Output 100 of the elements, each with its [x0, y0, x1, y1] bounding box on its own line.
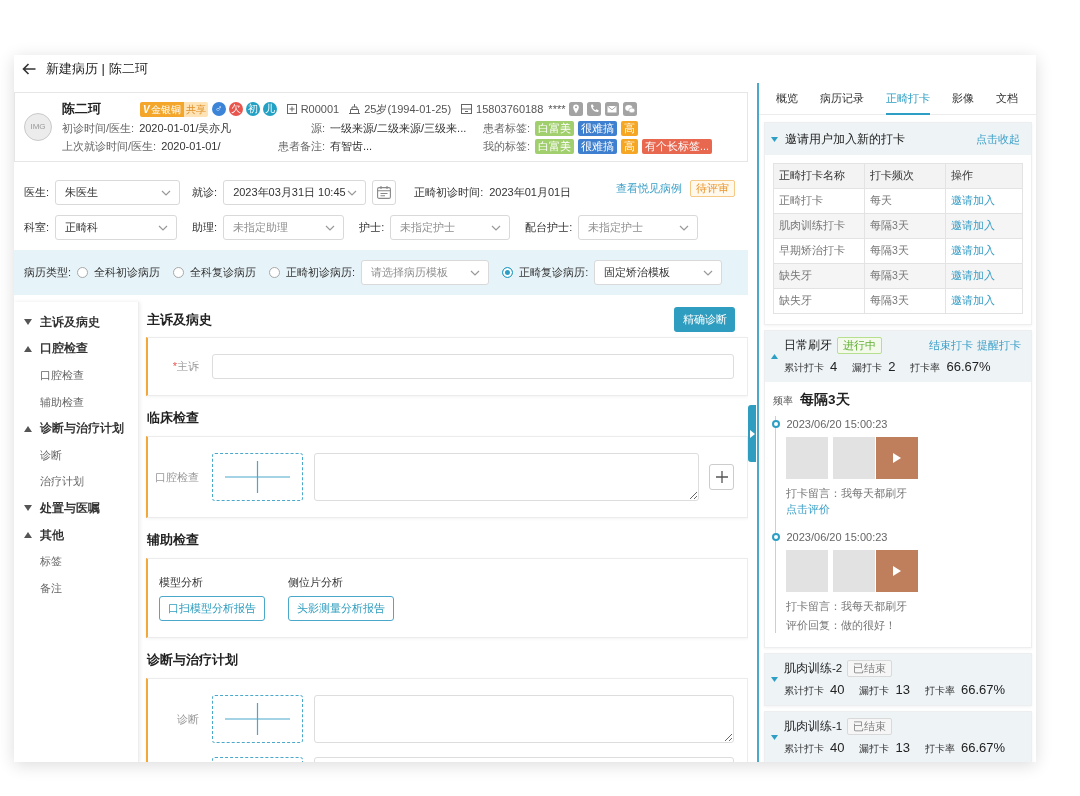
stat-value: 13 — [895, 739, 910, 755]
radio-label[interactable]: 正畸初诊病历: — [286, 265, 356, 280]
status-tag: 已结束 — [847, 660, 893, 677]
info-value: 一级来源/二级来源/三级来... — [330, 120, 467, 136]
patient-tag: 很难搞 — [578, 138, 618, 154]
info-label: 上次就诊时间/医生: — [62, 138, 157, 154]
info-label: 初诊时间/医生: — [62, 120, 135, 136]
ring-icon — [771, 420, 780, 428]
add-button[interactable] — [709, 464, 734, 490]
radio-label[interactable]: 全科复诊病历 — [190, 265, 257, 280]
dropdown-field[interactable]: 未指定护士 — [578, 215, 699, 240]
back-arrow-icon[interactable] — [22, 63, 36, 75]
table-cell: 肌肉训练打卡 — [773, 213, 865, 239]
plus-icon — [225, 703, 290, 735]
text-area-field[interactable] — [314, 453, 699, 501]
stat-value: 13 — [895, 681, 910, 697]
report-button[interactable]: 头影测量分析报告 — [288, 596, 394, 621]
field-label: *主诉 — [172, 359, 199, 374]
video-placeholder[interactable] — [876, 437, 918, 479]
report-button[interactable]: 口扫模型分析报告 — [159, 596, 265, 621]
side-tab[interactable]: 病历记录 — [820, 83, 864, 115]
nav-subitem[interactable]: 诊断 — [40, 441, 62, 469]
triangle-down-icon[interactable] — [24, 319, 32, 326]
nav-item[interactable]: 处置与医嘱 — [14, 495, 100, 522]
patient-tag: 有个长标签... — [642, 138, 712, 154]
nav-subitem[interactable]: 口腔检查 — [40, 362, 84, 389]
checkin-time: 2023/06/20 15:00:23 — [786, 531, 888, 543]
dropdown-field[interactable]: 请选择病历模板 — [361, 260, 490, 285]
radio-label[interactable]: 正畸复诊病历: — [519, 265, 589, 280]
video-placeholder[interactable] — [876, 550, 918, 592]
triangle-right-icon — [749, 429, 755, 438]
nav-item[interactable]: 主诉及病史 — [14, 309, 100, 336]
phone-icon[interactable] — [587, 102, 602, 116]
play-icon[interactable] — [893, 453, 901, 463]
record-number: R00001 — [300, 103, 340, 115]
patient-flag: 初 — [245, 102, 260, 116]
radio-button[interactable] — [77, 267, 89, 278]
ring-icon — [771, 533, 780, 541]
stat-label: 打卡率 — [924, 741, 955, 756]
patient-tag: 高 — [621, 138, 639, 154]
nav-item[interactable]: 口腔检查 — [14, 335, 88, 363]
plus-icon — [715, 471, 728, 483]
stat-value: 40 — [830, 739, 845, 755]
radio-label[interactable]: 全科初诊病历 — [94, 265, 161, 280]
play-icon[interactable] — [893, 566, 901, 576]
mail-icon[interactable] — [605, 102, 620, 116]
card-icon — [461, 104, 473, 114]
panel-toggle[interactable] — [748, 405, 756, 462]
side-tab[interactable]: 正畸打卡 — [886, 83, 930, 115]
triangle-up-icon[interactable] — [24, 425, 32, 432]
dropdown-field[interactable]: 未指定助理 — [223, 215, 345, 240]
info-value: 2020-01-01/吴亦凡 — [139, 120, 232, 136]
dropdown-field[interactable]: 朱医生 — [55, 180, 181, 205]
dropdown-field[interactable]: 正畸科 — [55, 215, 178, 240]
triangle-up-icon[interactable] — [24, 345, 32, 352]
checkin-message: 打卡留言：我每天都刷牙 — [786, 599, 907, 614]
field-label: 配台护士: — [525, 220, 573, 235]
avatar-label: IMG — [30, 122, 46, 132]
dropdown-field[interactable]: 固定矫治模板 — [594, 260, 723, 285]
calendar-button[interactable] — [372, 180, 397, 205]
image-upload-field[interactable] — [212, 453, 303, 501]
info-label: 我的标签: — [483, 138, 531, 154]
caret-icon — [470, 269, 481, 276]
dropdown-field[interactable]: 未指定护士 — [390, 215, 511, 240]
stat-label: 累计打卡 — [784, 683, 824, 698]
info-label: 患者标签: — [483, 120, 531, 136]
patient-flag: 欠 — [228, 102, 243, 116]
radio-button[interactable] — [173, 267, 185, 278]
triangle-down-icon[interactable] — [24, 505, 32, 512]
info-label: 源: — [309, 120, 325, 136]
cake-icon — [349, 104, 361, 114]
side-tab[interactable]: 概览 — [776, 83, 798, 115]
stat-label: 漏打卡 — [859, 683, 890, 698]
stat-label: 漏打卡 — [859, 741, 890, 756]
location-pin-icon[interactable] — [569, 102, 584, 116]
input-field[interactable] — [212, 354, 734, 379]
date-time-field[interactable]: 2023年03月31日 10:45 — [223, 180, 367, 205]
text-area-field[interactable] — [314, 695, 734, 743]
nav-subitem[interactable]: 辅助检查 — [40, 388, 84, 416]
section-title: 辅助检查 — [147, 531, 199, 549]
nav-item[interactable]: 诊断与治疗计划 — [14, 415, 124, 442]
nav-item[interactable]: 其他 — [14, 521, 64, 549]
side-tab[interactable]: 影像 — [952, 83, 974, 115]
nav-subitem[interactable]: 标签 — [40, 548, 62, 575]
phone-number: 15803760188 — [476, 103, 544, 115]
triangle-up-icon[interactable] — [24, 532, 32, 539]
radio-button[interactable] — [502, 267, 514, 278]
stat-value: 4 — [830, 358, 838, 374]
nav-subitem[interactable]: 备注 — [40, 574, 62, 602]
nav-subitem[interactable]: 治疗计划 — [40, 468, 84, 496]
chat-icon[interactable] — [623, 102, 638, 116]
image-upload-field[interactable] — [212, 695, 303, 743]
field-value: 2023年01月01日 — [489, 185, 572, 200]
radio-button[interactable] — [269, 267, 281, 278]
info-value: 有智齿... — [330, 138, 373, 154]
patient-tag: 白富美 — [535, 138, 575, 154]
field-label: 口腔检查 — [155, 469, 199, 485]
plus-square-icon — [286, 104, 297, 114]
side-tab[interactable]: 文档 — [996, 83, 1018, 115]
table-cell: 正畸打卡 — [773, 188, 865, 214]
